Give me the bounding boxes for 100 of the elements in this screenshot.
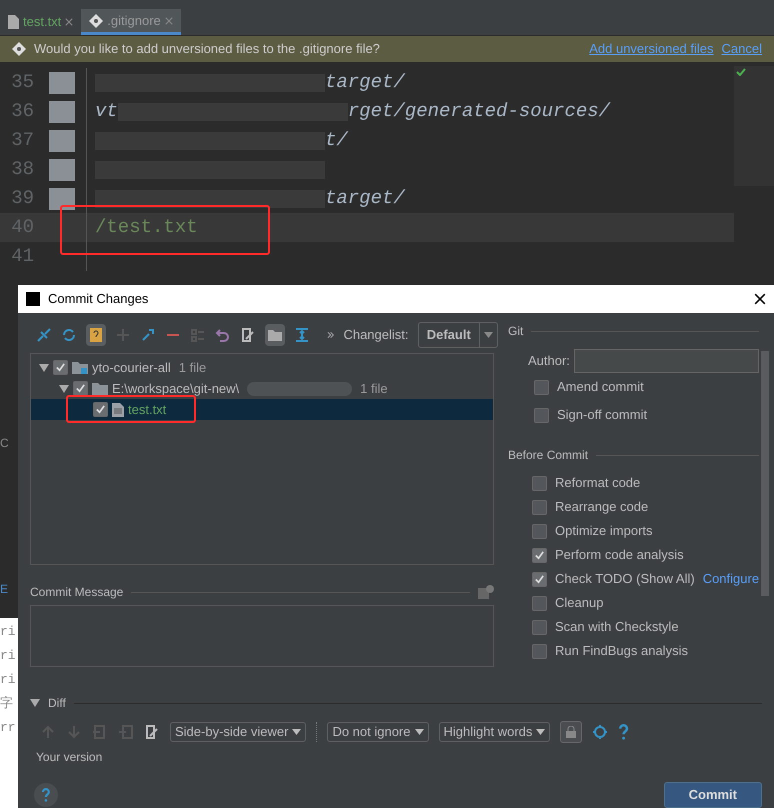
- checkbox-label: Check TODO (Show All): [555, 570, 695, 588]
- checkbox[interactable]: [532, 596, 547, 610]
- expand-arrow-icon[interactable]: [39, 364, 49, 372]
- close-tab-icon[interactable]: [164, 16, 173, 24]
- app-logo-icon: [26, 292, 40, 306]
- help-button[interactable]: [34, 783, 58, 807]
- checkbox[interactable]: [532, 476, 547, 490]
- line-number: 36: [10, 99, 35, 124]
- edit-icon[interactable]: [144, 724, 160, 740]
- checkmark-icon: [75, 383, 86, 394]
- commit-message-label: Commit Message: [30, 584, 124, 601]
- tree-checkbox[interactable]: [93, 402, 108, 417]
- tree-checkbox[interactable]: [73, 381, 88, 396]
- scrollbar[interactable]: [761, 351, 770, 596]
- checkmark-icon: [736, 68, 746, 76]
- help-icon[interactable]: [618, 724, 630, 740]
- checkbox-label: Sign-off commit: [557, 406, 648, 424]
- tree-label: test.txt: [128, 400, 166, 419]
- checkbox-label: Amend commit: [557, 378, 644, 396]
- commit-button[interactable]: Commit: [664, 782, 762, 808]
- chevron-icon[interactable]: [327, 331, 334, 339]
- folder-icon: [49, 72, 75, 94]
- checkbox[interactable]: [532, 524, 547, 538]
- background-text: 字: [0, 695, 14, 713]
- code-text: rget/generated-sources/: [348, 99, 610, 124]
- editor-tab[interactable]: test.txt: [0, 9, 82, 35]
- checkbox-label: Rearrange code: [555, 498, 648, 516]
- configure-link[interactable]: Configure: [702, 569, 760, 589]
- code-text: vt: [95, 99, 118, 124]
- folder-icon: [92, 382, 108, 395]
- line-number: 37: [10, 128, 35, 154]
- message-history-icon[interactable]: [478, 585, 494, 599]
- diff-label[interactable]: Diff: [48, 694, 66, 712]
- checkbox[interactable]: [532, 620, 547, 634]
- tree-label: E:\workspace\git-new\: [112, 380, 240, 398]
- changelist-label: Changelist:: [343, 326, 408, 344]
- expand-icon[interactable]: [294, 327, 310, 343]
- edit-icon[interactable]: [240, 327, 256, 343]
- code-text: t/: [325, 128, 348, 154]
- lock-button[interactable]: [560, 721, 582, 743]
- file-count: 1 file: [360, 380, 388, 398]
- close-tab-icon[interactable]: [65, 18, 74, 26]
- checkbox-label: Perform code analysis: [555, 546, 684, 564]
- unversioned-toggle-button[interactable]: [86, 324, 106, 346]
- checkbox[interactable]: [532, 548, 547, 562]
- highlight-dropdown[interactable]: Highlight words: [438, 722, 550, 742]
- background-text: C: [0, 435, 10, 452]
- background-text: E: [0, 581, 10, 598]
- file-question-icon: [90, 328, 102, 342]
- line-number: 35: [10, 70, 35, 96]
- tree-row[interactable]: test.txt: [31, 399, 493, 420]
- author-field[interactable]: [574, 349, 760, 373]
- checkbox[interactable]: [532, 572, 547, 586]
- settings-icon[interactable]: [592, 724, 608, 740]
- tree-row[interactable]: E:\workspace\git-new\ 1 file: [31, 378, 493, 399]
- checkbox-label: Optimize imports: [555, 522, 653, 540]
- expand-arrow-icon[interactable]: [59, 384, 69, 392]
- checkbox[interactable]: [534, 380, 549, 394]
- checkmark-icon: [55, 362, 66, 373]
- line-number: 39: [10, 186, 35, 212]
- help-icon[interactable]: [41, 788, 51, 802]
- move-icon[interactable]: [140, 327, 156, 343]
- tree-label: yto-courier-all: [92, 358, 171, 377]
- version-label: Your version: [35, 749, 104, 766]
- changelist-dropdown[interactable]: Default: [418, 322, 498, 348]
- folder-icon: [72, 361, 88, 374]
- folder-icon: [268, 329, 282, 341]
- background-text: ri: [0, 623, 17, 641]
- file-icon: [8, 15, 19, 29]
- background-text: ri: [0, 647, 17, 665]
- line-number: 38: [10, 157, 35, 182]
- caret-icon: [414, 729, 424, 735]
- code-text: target/: [325, 70, 405, 96]
- checkbox-label: Run FindBugs analysis: [555, 642, 688, 660]
- checkbox[interactable]: [532, 500, 547, 514]
- commit-message-field[interactable]: [30, 605, 494, 667]
- checkmark-icon: [534, 550, 545, 560]
- arrows-icon[interactable]: [36, 327, 52, 343]
- author-label: Author:: [528, 352, 570, 370]
- ignore-dropdown[interactable]: Do not ignore: [327, 722, 428, 742]
- group-toggle-button[interactable]: [265, 324, 286, 346]
- checkbox-label: Cleanup: [555, 594, 604, 612]
- git-icon: [12, 42, 26, 56]
- checkbox[interactable]: [534, 408, 549, 422]
- lock-icon: [566, 726, 576, 738]
- file-icon: [112, 402, 124, 416]
- notification-message: Would you like to add unversioned files to the .gitignore file?: [34, 40, 381, 58]
- expand-arrow-icon[interactable]: [30, 699, 40, 707]
- section-title: Before Commit: [508, 447, 588, 464]
- dialog-title: Commit Changes: [48, 290, 150, 308]
- line-number: 41: [10, 244, 35, 270]
- tree-checkbox[interactable]: [53, 360, 68, 375]
- git-icon: [89, 14, 104, 28]
- refresh-icon[interactable]: [61, 327, 77, 343]
- undo-icon[interactable]: [215, 327, 232, 343]
- checkbox[interactable]: [532, 644, 547, 658]
- tree-row[interactable]: yto-courier-all 1 file: [31, 357, 493, 378]
- caret-icon: [536, 729, 546, 735]
- close-icon[interactable]: [754, 293, 766, 305]
- viewer-dropdown[interactable]: Side-by-side viewer: [170, 722, 306, 742]
